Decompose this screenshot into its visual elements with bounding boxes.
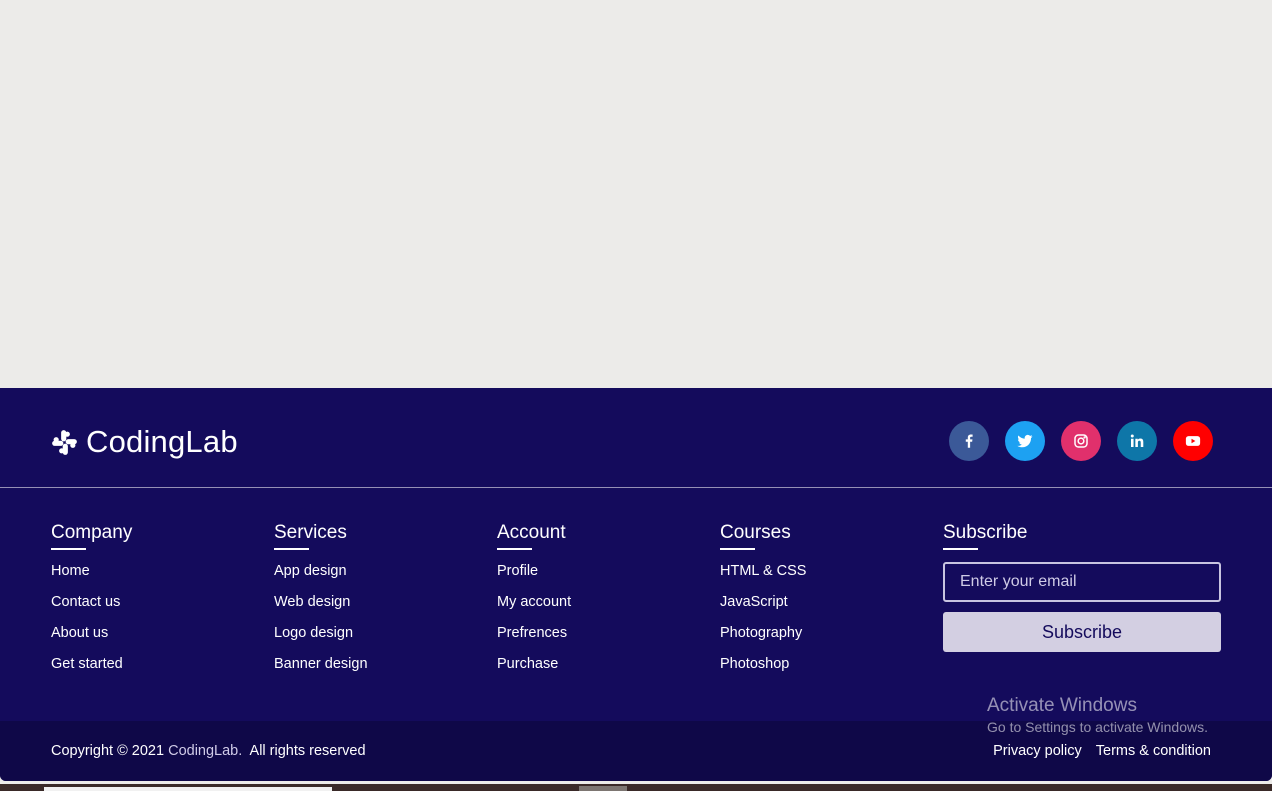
slack-logo-icon [52, 429, 77, 455]
facebook-icon [965, 434, 973, 448]
youtube-button[interactable] [1173, 421, 1213, 461]
youtube-icon [1185, 436, 1201, 446]
courses-column: Courses HTML & CSS JavaScript Photograph… [720, 522, 806, 685]
footer-top-row: CodingLab [0, 388, 1272, 488]
courses-heading: Courses [720, 522, 791, 550]
link-prefrences[interactable]: Prefrences [497, 623, 571, 654]
company-column: Company Home Contact us About us Get sta… [51, 522, 132, 685]
services-heading: Services [274, 522, 347, 550]
services-links: App design Web design Logo design Banner… [274, 561, 368, 685]
footer-bottom-bar: Copyright © 2021 CodingLab. All rights r… [0, 721, 1272, 781]
subscribe-button[interactable]: Subscribe [943, 612, 1221, 652]
facebook-button[interactable] [949, 421, 989, 461]
services-column: Services App design Web design Logo desi… [274, 522, 368, 685]
legal-links: Privacy policy Terms & condition [993, 743, 1211, 759]
terms-link[interactable]: Terms & condition [1096, 743, 1211, 759]
email-input[interactable] [943, 562, 1221, 602]
link-logo-design[interactable]: Logo design [274, 623, 368, 654]
link-my-account[interactable]: My account [497, 592, 571, 623]
copyright-brand[interactable]: CodingLab. [168, 743, 242, 759]
link-web-design[interactable]: Web design [274, 592, 368, 623]
page-blank-area [0, 0, 1272, 388]
twitter-icon [1017, 434, 1033, 448]
footer: CodingLab Company Home Contact us About … [0, 388, 1272, 781]
link-contact-us[interactable]: Contact us [51, 592, 132, 623]
taskbar-edge [0, 784, 1272, 791]
linkedin-button[interactable] [1117, 421, 1157, 461]
copyright-prefix: Copyright © 2021 [51, 743, 169, 759]
subscribe-heading: Subscribe [943, 522, 1028, 550]
courses-links: HTML & CSS JavaScript Photography Photos… [720, 561, 806, 685]
taskbar-segment [44, 787, 332, 791]
twitter-button[interactable] [1005, 421, 1045, 461]
social-links [949, 421, 1213, 461]
link-get-started[interactable]: Get started [51, 654, 132, 685]
linkedin-icon [1130, 434, 1144, 447]
link-javascript[interactable]: JavaScript [720, 592, 806, 623]
subscribe-column: Subscribe Subscribe [943, 522, 1223, 662]
footer-columns: Company Home Contact us About us Get sta… [51, 522, 1231, 692]
privacy-policy-link[interactable]: Privacy policy [993, 743, 1082, 759]
brand-name: CodingLab [86, 424, 238, 459]
link-purchase[interactable]: Purchase [497, 654, 571, 685]
account-heading: Account [497, 522, 566, 550]
link-html-css[interactable]: HTML & CSS [720, 561, 806, 592]
instagram-button[interactable] [1061, 421, 1101, 461]
account-column: Account Profile My account Prefrences Pu… [497, 522, 571, 685]
company-heading: Company [51, 522, 132, 550]
company-links: Home Contact us About us Get started [51, 561, 132, 685]
link-photoshop[interactable]: Photoshop [720, 654, 806, 685]
account-links: Profile My account Prefrences Purchase [497, 561, 571, 685]
link-banner-design[interactable]: Banner design [274, 654, 368, 685]
instagram-icon [1074, 434, 1088, 448]
copyright-text: Copyright © 2021 CodingLab. All rights r… [51, 743, 366, 759]
link-app-design[interactable]: App design [274, 561, 368, 592]
taskbar-segment [579, 786, 627, 791]
link-photography[interactable]: Photography [720, 623, 806, 654]
brand-logo[interactable]: CodingLab [51, 422, 238, 462]
link-about-us[interactable]: About us [51, 623, 132, 654]
link-profile[interactable]: Profile [497, 561, 571, 592]
link-home[interactable]: Home [51, 561, 132, 592]
copyright-suffix: All rights reserved [242, 743, 366, 759]
